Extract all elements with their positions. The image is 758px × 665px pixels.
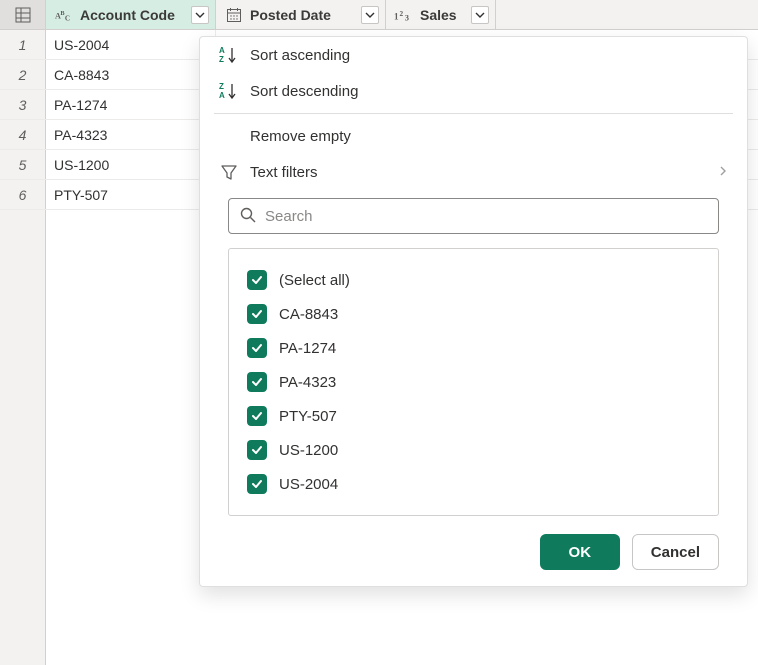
chevron-right-icon [717, 164, 729, 181]
column-title: Account Code [80, 7, 185, 23]
svg-text:1: 1 [394, 11, 399, 21]
filter-values-list: (Select all) CA-8843 PA-1274 PA-4323 PTY-507… [228, 248, 719, 516]
remove-empty-item[interactable]: Remove empty [200, 118, 747, 154]
row-number[interactable]: 1 [0, 30, 46, 59]
filter-icon [218, 161, 240, 183]
filter-value-label: (Select all) [279, 272, 350, 289]
svg-text:A: A [219, 46, 225, 55]
check-icon [250, 409, 264, 423]
check-icon [250, 341, 264, 355]
filter-value-item[interactable]: US-1200 [247, 433, 700, 467]
row-number[interactable]: 4 [0, 120, 46, 149]
row-number[interactable]: 6 [0, 180, 46, 209]
check-icon [250, 477, 264, 491]
filter-value-item[interactable]: PA-4323 [247, 365, 700, 399]
cell-account-code[interactable]: US-1200 [46, 150, 216, 179]
menu-label: Remove empty [250, 128, 351, 145]
table-icon [13, 5, 33, 25]
svg-text:Z: Z [219, 55, 224, 64]
menu-label: Sort descending [250, 83, 358, 100]
ok-button[interactable]: OK [540, 534, 620, 570]
row-number[interactable]: 5 [0, 150, 46, 179]
cell-account-code[interactable]: CA-8843 [46, 60, 216, 89]
svg-text:3: 3 [405, 13, 409, 22]
filter-value-label: PA-1274 [279, 340, 336, 357]
check-icon [250, 307, 264, 321]
chevron-down-icon [475, 10, 485, 20]
sort-descending-item[interactable]: Z A Sort descending [200, 73, 747, 109]
number-type-icon: 1 2 3 [394, 5, 414, 25]
column-filter-button[interactable] [361, 6, 379, 24]
sort-asc-icon: A Z [218, 44, 240, 66]
checkbox[interactable] [247, 372, 267, 392]
filter-value-label: US-2004 [279, 476, 338, 493]
cell-account-code[interactable]: US-2004 [46, 30, 216, 59]
chevron-down-icon [195, 10, 205, 20]
svg-text:A: A [219, 91, 225, 100]
checkbox[interactable] [247, 304, 267, 324]
text-filters-item[interactable]: Text filters [200, 154, 747, 190]
checkbox[interactable] [247, 270, 267, 290]
filter-value-item[interactable]: US-2004 [247, 467, 700, 501]
cell-account-code[interactable]: PA-4323 [46, 120, 216, 149]
row-number[interactable]: 3 [0, 90, 46, 119]
svg-text:C: C [65, 14, 70, 22]
check-icon [250, 443, 264, 457]
column-header-sales[interactable]: 1 2 3 Sales [386, 0, 496, 29]
button-label: Cancel [651, 544, 700, 561]
column-filter-button[interactable] [471, 6, 489, 24]
checkbox[interactable] [247, 440, 267, 460]
filter-value-label: PTY-507 [279, 408, 337, 425]
sort-desc-icon: Z A [218, 80, 240, 102]
column-header-account-code[interactable]: A B C Account Code [46, 0, 216, 29]
search-input[interactable] [265, 208, 708, 225]
text-type-icon: A B C [54, 5, 74, 25]
dialog-buttons: OK Cancel [200, 516, 747, 570]
filter-value-item[interactable]: PTY-507 [247, 399, 700, 433]
button-label: OK [569, 544, 592, 561]
filter-value-label: US-1200 [279, 442, 338, 459]
menu-divider [214, 113, 733, 114]
column-title: Sales [420, 7, 465, 23]
row-number[interactable]: 2 [0, 60, 46, 89]
cell-account-code[interactable]: PA-1274 [46, 90, 216, 119]
checkbox[interactable] [247, 338, 267, 358]
menu-label: Sort ascending [250, 47, 350, 64]
svg-text:2: 2 [399, 9, 403, 17]
filter-value-label: CA-8843 [279, 306, 338, 323]
filter-value-item[interactable]: (Select all) [247, 263, 700, 297]
menu-label: Text filters [250, 164, 318, 181]
filter-dropdown-panel: A Z Sort ascending Z A Sort descending R… [199, 36, 748, 587]
column-filter-button[interactable] [191, 6, 209, 24]
filter-value-item[interactable]: PA-1274 [247, 331, 700, 365]
check-icon [250, 273, 264, 287]
search-container [200, 190, 747, 238]
date-type-icon [224, 5, 244, 25]
check-icon [250, 375, 264, 389]
svg-text:Z: Z [219, 82, 224, 91]
checkbox[interactable] [247, 406, 267, 426]
search-icon [239, 206, 257, 227]
cancel-button[interactable]: Cancel [632, 534, 719, 570]
column-header-posted-date[interactable]: Posted Date [216, 0, 386, 29]
filter-value-label: PA-4323 [279, 374, 336, 391]
checkbox[interactable] [247, 474, 267, 494]
search-box[interactable] [228, 198, 719, 234]
column-header-row: A B C Account Code Posted Date 1 [0, 0, 758, 30]
filter-value-item[interactable]: CA-8843 [247, 297, 700, 331]
chevron-down-icon [365, 10, 375, 20]
column-title: Posted Date [250, 7, 355, 23]
select-all-corner[interactable] [0, 0, 46, 29]
cell-account-code[interactable]: PTY-507 [46, 180, 216, 209]
sort-ascending-item[interactable]: A Z Sort ascending [200, 37, 747, 73]
